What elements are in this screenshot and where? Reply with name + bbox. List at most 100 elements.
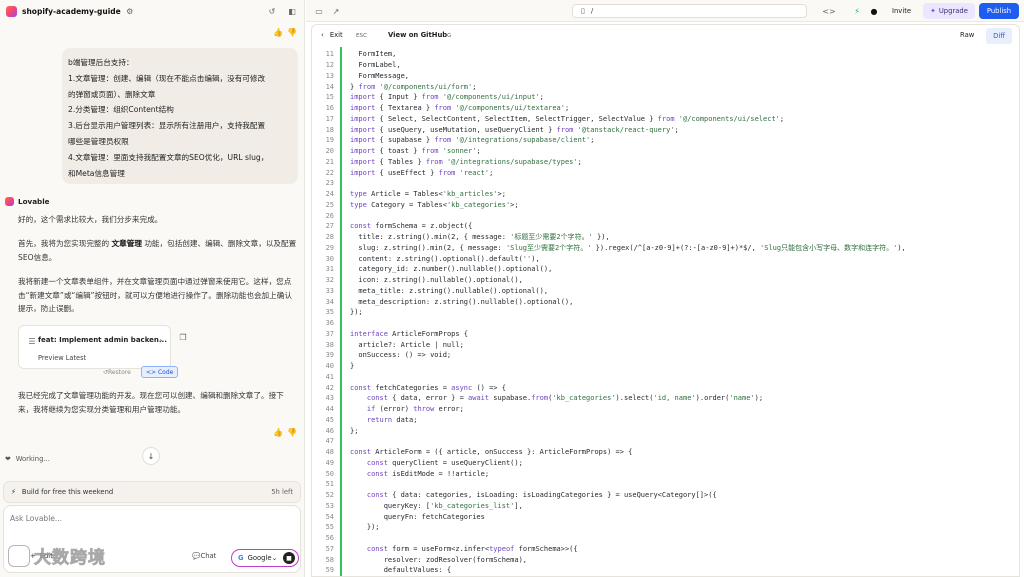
user-message-line: 4.文章管理：里面支持我配置文章的SEO优化，URL slug， [68, 152, 269, 162]
assistant-header: Lovable [5, 197, 50, 206]
page-icon: ▯ [581, 7, 585, 15]
arrow-down-icon: ↓ [147, 451, 155, 461]
open-external-icon[interactable]: ↗ [330, 5, 342, 17]
code-viewer-header: ‹ Exit ESC View on GitHub G Raw Diff [312, 25, 1019, 47]
line-number: 50 [325, 469, 334, 478]
url-text: / [590, 7, 594, 15]
code-line: 26 [312, 210, 1019, 221]
github-icon[interactable]: ● [868, 5, 880, 17]
assistant-paragraph: 首先，我将为您实现完整的 文章管理 功能，包括创建、编辑、删除文章，以及配置SE… [18, 237, 298, 264]
code-line: 11 FormItem, [312, 49, 1019, 60]
supabase-icon[interactable]: ⚡ [851, 5, 863, 17]
code-text: FormLabel, [350, 61, 401, 70]
line-number: 21 [325, 157, 334, 166]
chevron-down-icon: ⌄ [271, 554, 278, 562]
project-name[interactable]: shopify-academy-guide [22, 7, 121, 16]
line-number: 12 [325, 61, 334, 70]
code-text: category_id: z.number().nullable().optio… [350, 265, 553, 274]
code-text: queryFn: fetchCategories [350, 512, 485, 521]
google-icon: G [238, 554, 244, 562]
copy-icon[interactable]: ❐ [177, 331, 189, 343]
code-line: 22 import { useEffect } from 'react'; [312, 167, 1019, 178]
code-line: 14} from '@/components/ui/form'; [312, 81, 1019, 92]
line-number: 43 [325, 394, 334, 403]
view-on-github-button[interactable]: View on GitHub [388, 31, 447, 39]
ask-input[interactable] [10, 514, 290, 523]
code-line: 49 const queryClient = useQueryClient(); [312, 458, 1019, 469]
code-line: 13 FormMessage, [312, 71, 1019, 82]
line-number: 52 [325, 491, 334, 500]
code-line: 48 const ArticleForm = ({ article, onSucc… [312, 447, 1019, 458]
line-number: 11 [325, 50, 334, 59]
exit-button[interactable]: ‹ Exit [321, 31, 343, 39]
line-number: 45 [325, 415, 334, 424]
upgrade-button[interactable]: ✦ Upgrade [923, 3, 975, 19]
restore-label: Restore [108, 368, 131, 376]
commit-title: feat: Implement admin backen... [38, 336, 167, 344]
chevron-right-icon[interactable]: › [155, 334, 167, 346]
code-text: FormItem, [350, 50, 397, 59]
thumbs-up-icon[interactable]: 👍 [272, 26, 284, 38]
code-line: 28 title: z.string().min(2, { message: '… [312, 232, 1019, 243]
code-line: 47 [312, 436, 1019, 447]
code-brackets-icon[interactable]: <> [822, 5, 835, 17]
chat-mode-button[interactable]: 💬 Chat [192, 552, 216, 560]
code-text: type Category = Tables<'kb_categories'>; [350, 200, 519, 209]
code-text: meta_title: z.string().nullable().option… [350, 286, 549, 295]
publish-button[interactable]: Publish [979, 3, 1019, 19]
code-line: 39 onSuccess: () => void; [312, 350, 1019, 361]
code-text: }); [350, 308, 363, 317]
code-line: 19 import { supabase } from '@/integratio… [312, 135, 1019, 146]
line-number: 58 [325, 555, 334, 564]
url-bar[interactable]: ▯ / [572, 4, 807, 18]
line-number: 53 [325, 501, 334, 510]
sidebar-toggle-icon[interactable]: ◧ [286, 5, 298, 17]
text-segment: 首先，我将为您实现完整的 [18, 239, 110, 248]
code-line: 33 meta_title: z.string().nullable().opt… [312, 286, 1019, 297]
invite-button[interactable]: Invite [886, 4, 917, 18]
code-text: const isEditMode = !!article; [366, 469, 490, 478]
code-line: 15 import { Input } from '@/components/ui… [312, 92, 1019, 103]
build-banner[interactable]: ⚡ Build for free this weekend 5h left [3, 481, 301, 503]
code-text: import { useQuery, useMutation, useQuery… [350, 125, 679, 134]
code-button[interactable]: <> Code [141, 366, 179, 378]
gear-icon[interactable]: ⚙ [124, 5, 136, 17]
code-text: content: z.string().optional().default('… [350, 254, 540, 263]
code-view-icon[interactable]: ▭ [313, 5, 325, 17]
code-text: const form = useForm<z.infer<typeof form… [366, 544, 578, 553]
code-text: return data; [366, 415, 418, 424]
code-text: }); [350, 523, 380, 532]
code-text: import { Input } from '@/components/ui/i… [350, 93, 544, 102]
line-number: 46 [325, 426, 334, 435]
star-icon: ✦ [930, 7, 936, 15]
code-text: import { Textarea } from '@/components/u… [350, 104, 570, 113]
thumbs-down-icon[interactable]: 👎 [286, 426, 298, 438]
line-number: 28 [325, 233, 334, 242]
thumbs-down-icon[interactable]: 👎 [286, 26, 298, 38]
restore-button[interactable]: ↺ Restore [103, 366, 131, 378]
code-line: 42 const fetchCategories = async () => { [312, 382, 1019, 393]
code-text: import { Tables } from '@/integrations/s… [350, 157, 582, 166]
line-number: 36 [325, 319, 334, 328]
preview-latest-link[interactable]: Preview Latest [38, 354, 86, 362]
line-number: 29 [325, 243, 334, 252]
edit-button[interactable]: + Edit [30, 552, 53, 560]
commit-card[interactable]: ☰ feat: Implement admin backen... › Prev… [18, 325, 171, 369]
code-text: const formSchema = z.object({ [350, 222, 473, 231]
raw-button[interactable]: Raw [960, 31, 974, 39]
code-line: 18 import { useQuery, useMutation, useQue… [312, 124, 1019, 135]
thumbs-up-icon[interactable]: 👍 [272, 426, 284, 438]
time-left: 5h left [271, 488, 293, 496]
line-number: 51 [325, 480, 334, 489]
send-button[interactable]: ■ [283, 552, 295, 564]
lovable-logo-icon[interactable] [6, 5, 17, 17]
chat-label: Chat [200, 552, 217, 560]
scroll-down-button[interactable]: ↓ [142, 447, 160, 465]
history-icon[interactable]: ↺ [266, 5, 278, 17]
line-number: 30 [325, 254, 334, 263]
code-line: 37 interface ArticleFormProps { [312, 329, 1019, 340]
code-line: 55 }); [312, 522, 1019, 533]
code-text: type Article = Tables<'kb_articles'>; [350, 190, 506, 199]
diff-button[interactable]: Diff [986, 28, 1012, 44]
user-message-line: 哪些是管理员权限 [68, 136, 129, 146]
